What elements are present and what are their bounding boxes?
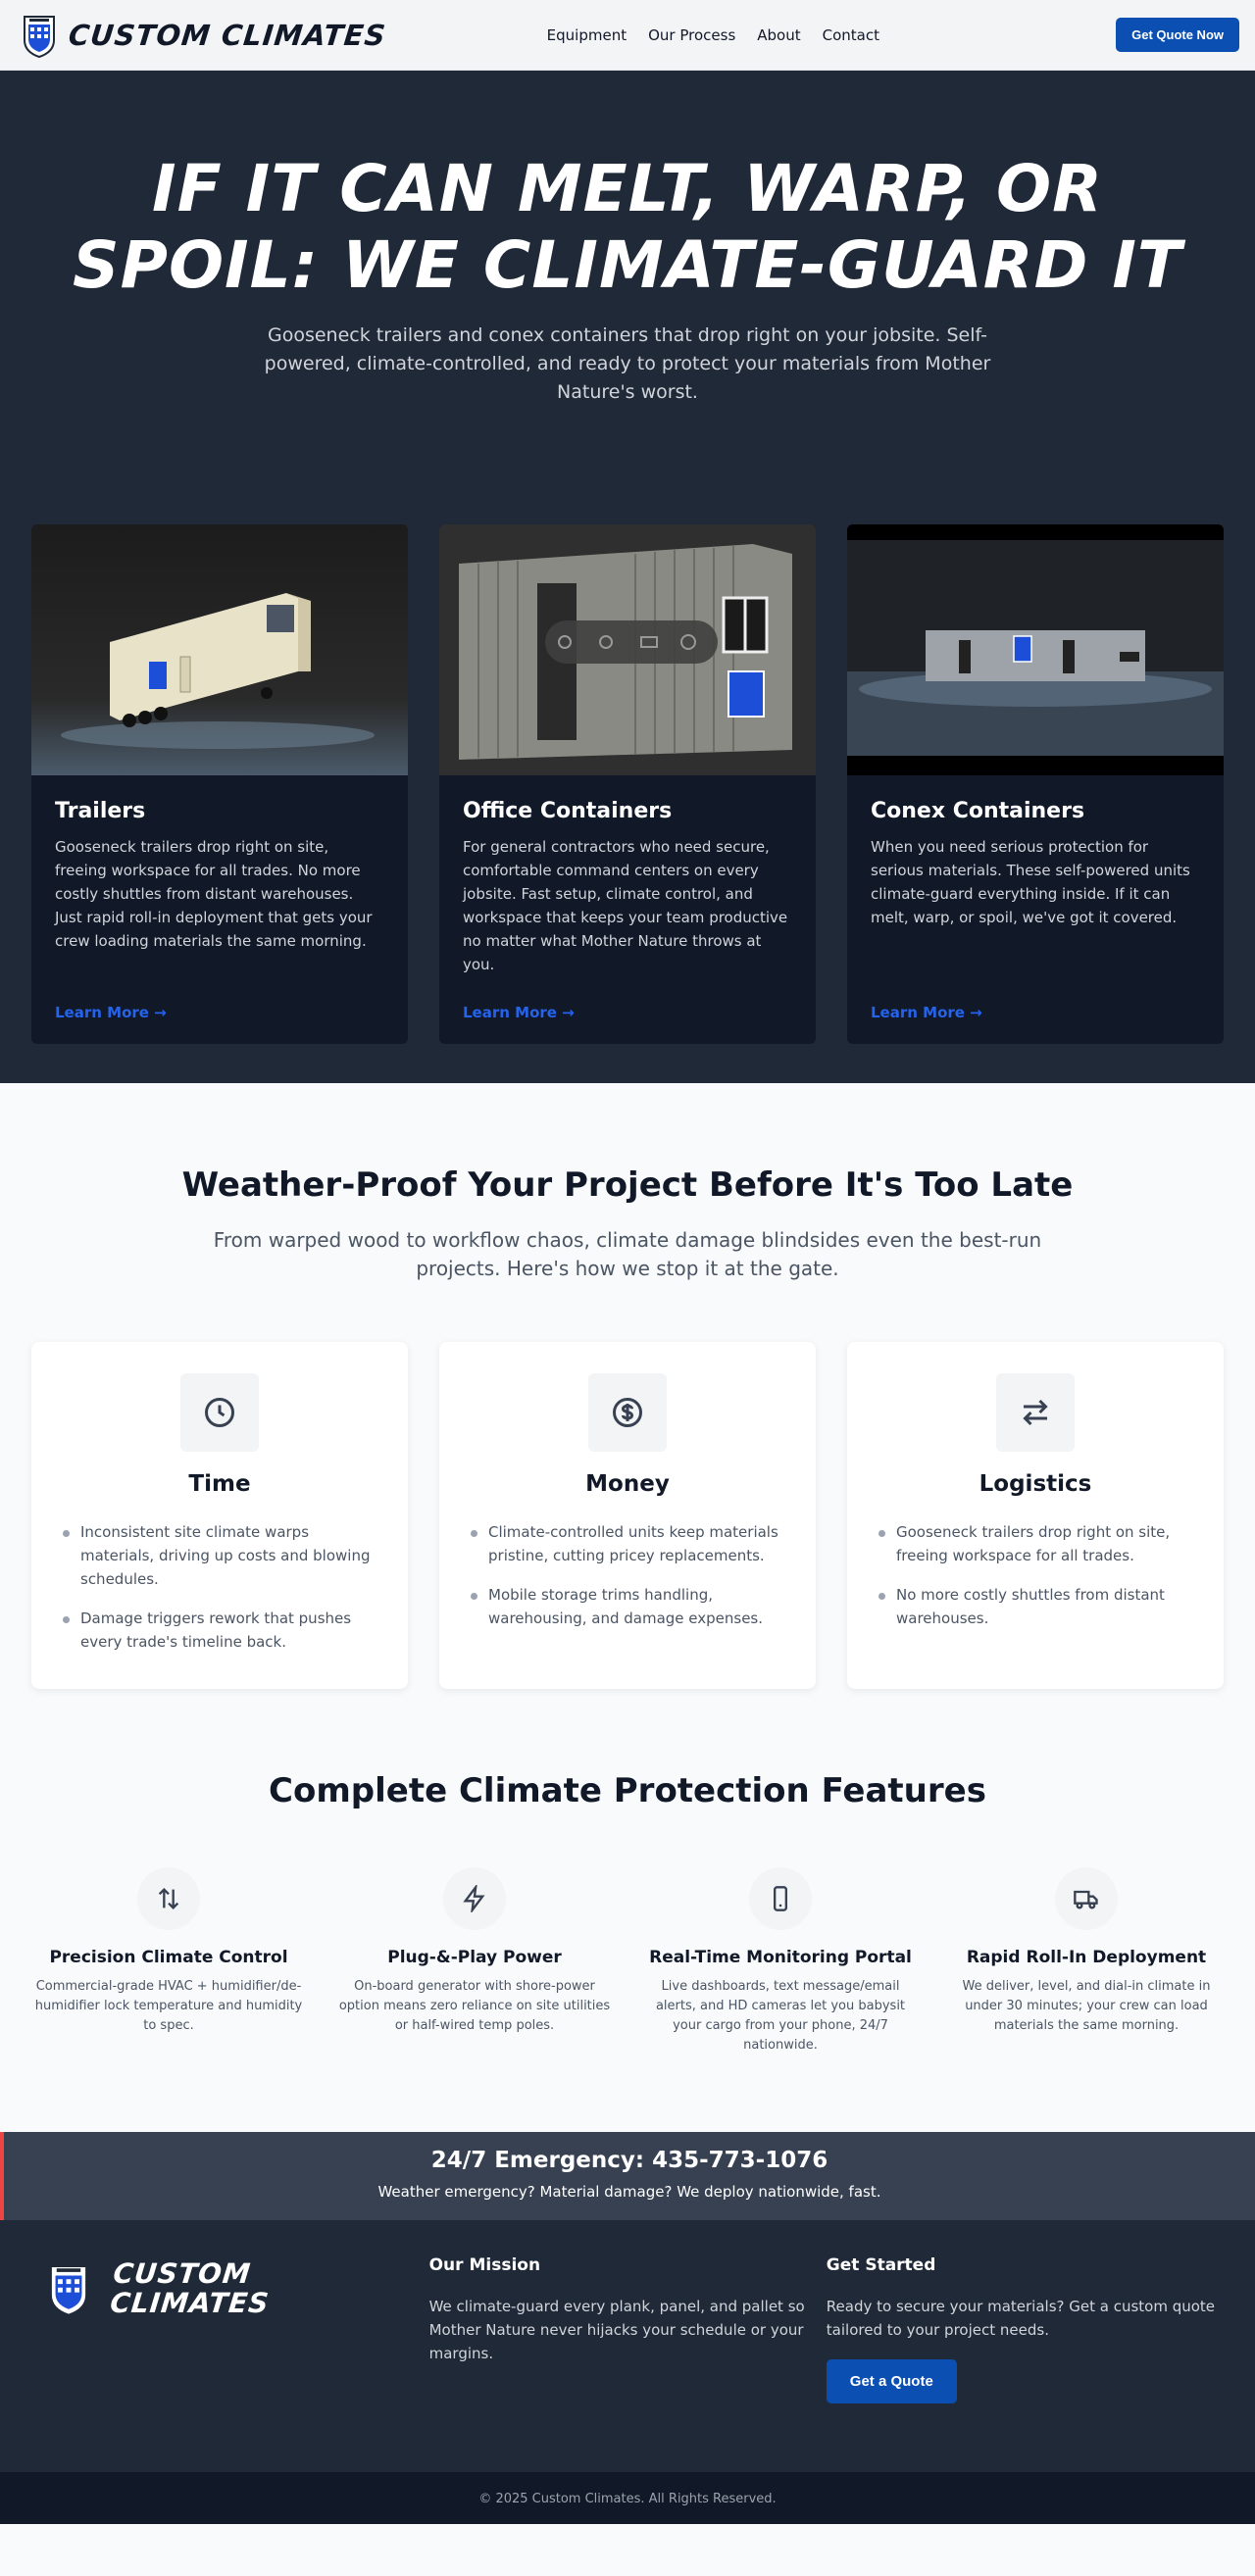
products-section: Trailers Gooseneck trailers drop right o… — [0, 524, 1255, 1083]
card-title: Logistics — [979, 1471, 1092, 1497]
lightning-icon — [443, 1867, 506, 1930]
emergency-phone[interactable]: 24/7 Emergency: 435-773-1076 — [4, 2148, 1255, 2173]
benefit-card-money: Money Climate-controlled units keep mate… — [439, 1342, 816, 1689]
office-container-image — [439, 524, 816, 775]
nav-link-about[interactable]: About — [757, 26, 800, 44]
top-nav: CUSTOM CLIMATES Equipment Our Process Ab… — [0, 0, 1255, 71]
get-a-quote-button[interactable]: Get a Quote — [826, 2359, 957, 2403]
product-title: Office Containers — [463, 799, 673, 823]
feature-climate-control: Precision Climate Control Commercial-gra… — [31, 1867, 306, 2056]
feature-title: Plug-&-Play Power — [387, 1948, 562, 1967]
features-section: Complete Climate Protection Features Pre… — [0, 1728, 1255, 2132]
footer-brand-name: CUSTOM CLIMATES — [108, 2257, 274, 2319]
product-description: When you need serious protection for ser… — [871, 838, 1190, 926]
brand-name: CUSTOM CLIMATES — [67, 18, 388, 52]
feature-description: Live dashboards, text message/email aler… — [655, 1979, 906, 2053]
feature-description: We deliver, level, and dial-in climate i… — [962, 1979, 1211, 2033]
product-title: Trailers — [55, 799, 146, 823]
arrows-updown-icon — [137, 1867, 200, 1930]
shield-logo-icon — [49, 2264, 88, 2317]
learn-more-link-conex-containers[interactable]: Learn More → — [871, 1004, 982, 1021]
card-point: Climate-controlled units keep materials … — [467, 1520, 788, 1567]
footer-heading: Our Mission — [428, 2255, 541, 2275]
footer-mission: Our Mission We climate-guard every plank… — [429, 2255, 827, 2403]
footer-get-started: Get Started Ready to secure your materia… — [826, 2255, 1224, 2403]
card-point: Gooseneck trailers drop right on site, f… — [875, 1520, 1196, 1567]
benefit-card-logistics: Logistics Gooseneck trailers drop right … — [847, 1342, 1224, 1689]
product-card-trailers: Trailers Gooseneck trailers drop right o… — [31, 524, 408, 1044]
weather-proof-section: Weather-Proof Your Project Before It's T… — [0, 1083, 1255, 1728]
footer: CUSTOM CLIMATES Our Mission We climate-g… — [0, 2220, 1255, 2472]
product-card-office-containers: Office Containers For general contractor… — [439, 524, 816, 1044]
feature-title: Real-Time Monitoring Portal — [649, 1948, 912, 1967]
footer-brand-line1: CUSTOM — [111, 2257, 253, 2290]
feature-description: Commercial-grade HVAC + humidifier/de-hu… — [34, 1979, 303, 2033]
phone-icon — [749, 1867, 812, 1930]
conex-container-image — [847, 524, 1224, 775]
arrows-swap-icon — [996, 1373, 1075, 1452]
card-title: Money — [585, 1471, 670, 1497]
section-title: Complete Climate Protection Features — [269, 1771, 986, 1810]
feature-deployment: Rapid Roll-In Deployment We deliver, lev… — [949, 1867, 1224, 2056]
footer-brand-line2: CLIMATES — [108, 2287, 272, 2319]
card-point: Inconsistent site climate warps material… — [59, 1520, 380, 1591]
card-point: Mobile storage trims handling, warehousi… — [467, 1583, 788, 1630]
brand-logo[interactable]: CUSTOM CLIMATES — [22, 13, 388, 58]
get-quote-now-button[interactable]: Get Quote Now — [1116, 18, 1239, 52]
card-point: No more costly shuttles from distant war… — [875, 1583, 1196, 1630]
feature-title: Precision Climate Control — [49, 1948, 288, 1967]
footer-text: We climate-guard every plank, panel, and… — [428, 2298, 805, 2362]
card-point: Damage triggers rework that pushes every… — [59, 1607, 380, 1654]
section-subtitle: From warped wood to workflow chaos, clim… — [213, 1228, 1042, 1280]
shield-logo-icon — [24, 15, 55, 58]
footer-logo[interactable]: CUSTOM CLIMATES — [47, 2255, 429, 2322]
hero-subtitle: Gooseneck trailers and conex containers … — [264, 324, 991, 403]
feature-title: Rapid Roll-In Deployment — [966, 1948, 1207, 1967]
card-title: Time — [188, 1471, 251, 1497]
section-title: Weather-Proof Your Project Before It's T… — [181, 1165, 1074, 1205]
product-description: For general contractors who need secure,… — [463, 838, 788, 973]
dollar-icon — [588, 1373, 667, 1452]
hero-title: IF IT CAN MELT, WARP, OR SPOIL: WE CLIMA… — [73, 151, 1182, 303]
footer-text: Ready to secure your materials? Get a cu… — [826, 2298, 1216, 2339]
benefit-card-time: Time Inconsistent site climate warps mat… — [31, 1342, 408, 1689]
nav-link-equipment[interactable]: Equipment — [547, 26, 627, 44]
learn-more-link-trailers[interactable]: Learn More → — [55, 1004, 167, 1021]
learn-more-link-office-containers[interactable]: Learn More → — [463, 1004, 575, 1021]
nav-links: Equipment Our Process About Contact — [547, 26, 879, 44]
clock-icon — [180, 1373, 259, 1452]
truck-icon — [1055, 1867, 1118, 1930]
trailer-image — [31, 524, 408, 775]
footer-heading: Get Started — [826, 2255, 936, 2275]
nav-link-contact[interactable]: Contact — [823, 26, 879, 44]
product-title: Conex Containers — [871, 799, 1085, 823]
emergency-banner: 24/7 Emergency: 435-773-1076 Weather eme… — [0, 2132, 1255, 2220]
feature-description: On-board generator with shore-power opti… — [338, 1979, 611, 2033]
product-card-conex-containers: Conex Containers When you need serious p… — [847, 524, 1224, 1044]
product-description: Gooseneck trailers drop right on site, f… — [55, 838, 373, 950]
feature-monitoring: Real-Time Monitoring Portal Live dashboa… — [643, 1867, 918, 2056]
nav-link-our-process[interactable]: Our Process — [648, 26, 735, 44]
hero-section: IF IT CAN MELT, WARP, OR SPOIL: WE CLIMA… — [0, 71, 1255, 524]
emergency-subtitle: Weather emergency? Material damage? We d… — [377, 2183, 881, 2201]
feature-power: Plug-&-Play Power On-board generator wit… — [337, 1867, 612, 2056]
copyright: © 2025 Custom Climates. All Rights Reser… — [0, 2472, 1255, 2524]
